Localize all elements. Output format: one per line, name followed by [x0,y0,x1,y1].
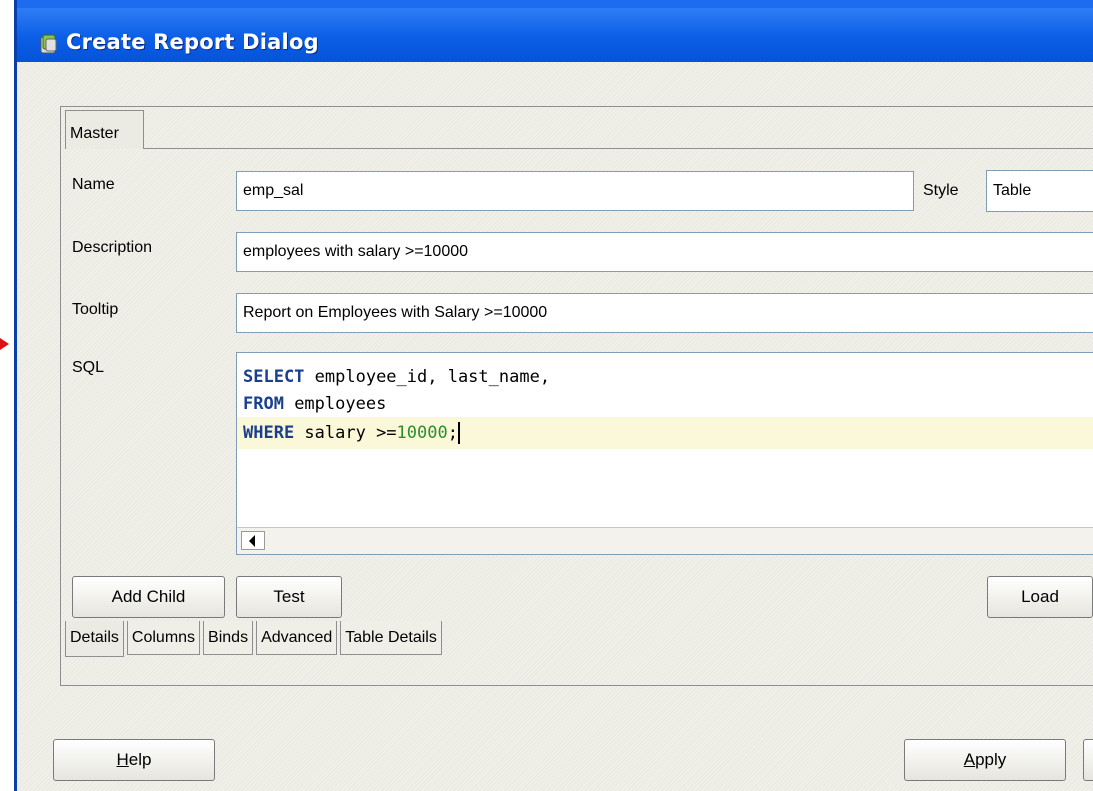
sql-label: SQL [72,359,105,376]
tooltip-input[interactable]: Report on Employees with Salary >=10000 [236,293,1093,333]
pointer-arrow-icon [0,338,9,350]
name-label: Name [72,176,115,193]
detail-tabs: Details Columns Binds Advanced Table Det… [65,621,445,657]
tab-table-details[interactable]: Table Details [340,621,442,655]
add-child-button[interactable]: Add Child [72,576,225,618]
tooltip-label: Tooltip [72,301,119,318]
tab-master[interactable]: Master [65,110,144,149]
dialog-title: Create Report Dialog [66,30,319,54]
create-report-dialog: Create Report Dialog Master Name emp_sal… [14,0,1093,791]
name-input[interactable]: emp_sal [236,171,914,211]
apply-button[interactable]: Apply [904,739,1066,781]
test-button[interactable]: Test [236,576,342,618]
tab-columns[interactable]: Columns [126,621,201,655]
sql-line-3: WHERE salary >=10000; [237,417,1093,449]
style-select[interactable]: Table [986,170,1093,212]
sql-editor[interactable]: SELECT employee_id, last_name, FROM empl… [236,352,1093,555]
help-button[interactable]: Help [53,739,215,781]
style-label: Style [923,182,959,199]
description-label: Description [72,239,153,256]
tab-binds[interactable]: Binds [203,621,254,655]
cancel-button-partial[interactable] [1083,739,1093,781]
tab-advanced[interactable]: Advanced [256,621,338,655]
tab-details[interactable]: Details [65,621,124,657]
sql-line-2: FROM employees [243,394,387,414]
text-caret [457,422,460,444]
horizontal-scrollbar[interactable] [237,527,1093,554]
database-icon [40,34,57,54]
dialog-body: Master Name emp_sal Style Table Descript… [17,62,1093,791]
sql-line-1: SELECT employee_id, last_name, [243,367,551,387]
load-button[interactable]: Load [987,576,1093,618]
scroll-left-icon[interactable] [241,531,265,550]
tab-divider [143,148,1093,149]
description-input[interactable]: employees with salary >=10000 [236,232,1093,272]
